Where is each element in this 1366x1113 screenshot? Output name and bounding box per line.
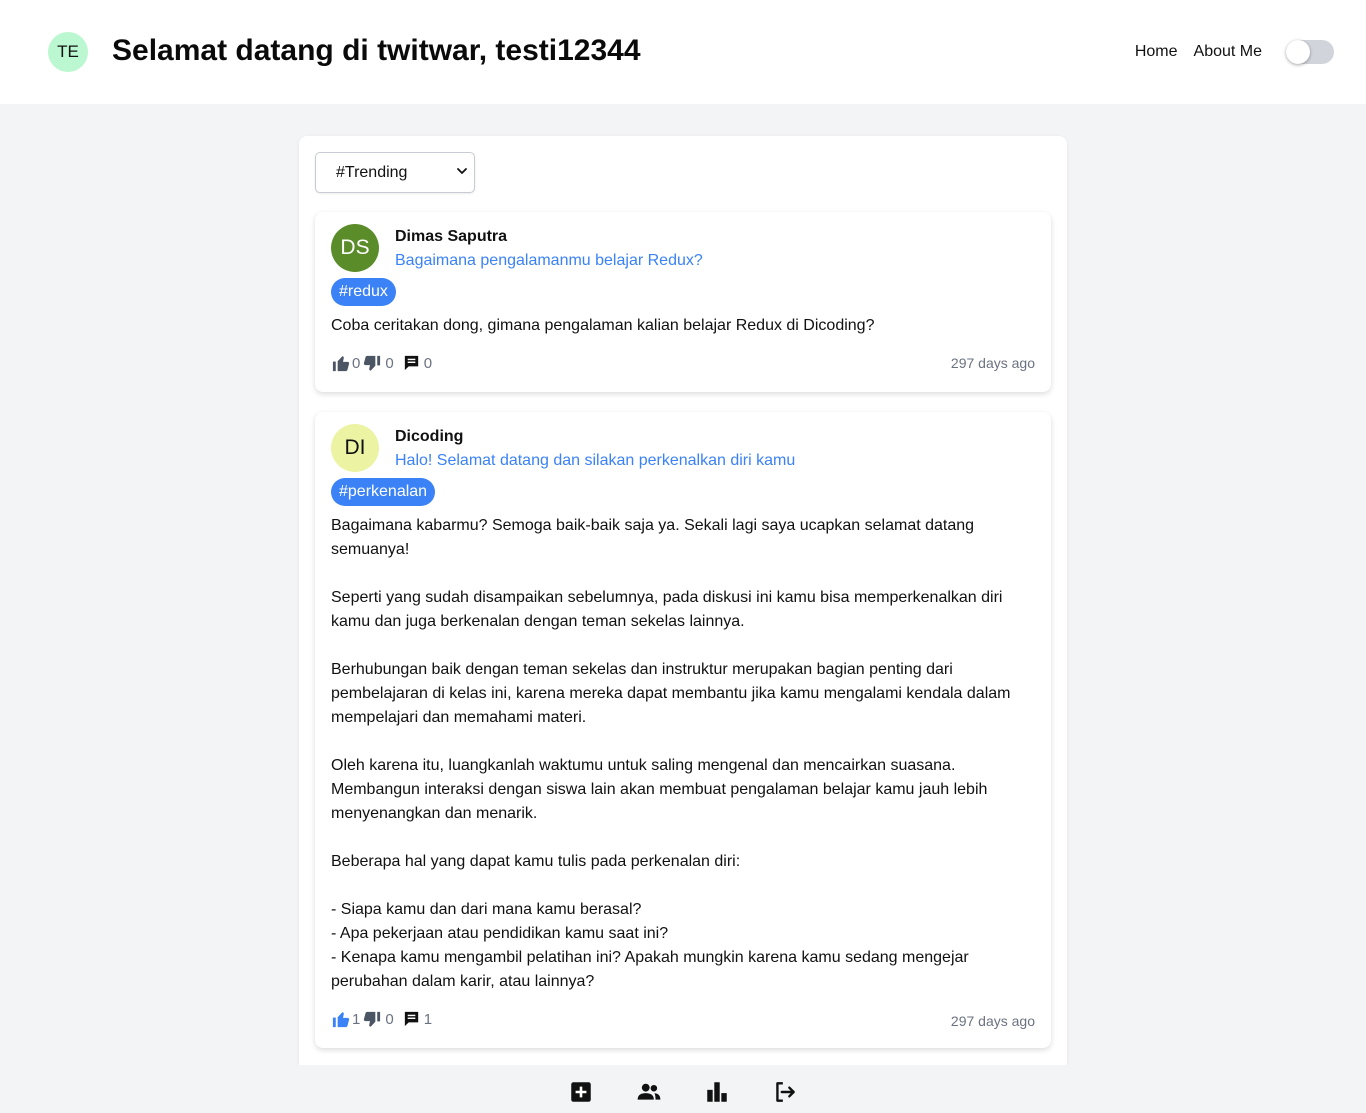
thumb-up-icon[interactable] [331, 353, 351, 373]
user-avatar: TE [48, 32, 88, 72]
leaderboard-icon [707, 1082, 727, 1102]
down-vote-count: 0 [385, 1010, 394, 1028]
thread-owner-avatar: DS [331, 224, 379, 272]
theme-toggle-knob [1286, 40, 1310, 64]
comment-count: 1 [423, 1010, 433, 1028]
thread-list-panel: #Trending DS Dimas Saputra Bagaimana pen… [299, 136, 1067, 1065]
top-bar: TE Selamat datang di twitwar, testi12344… [0, 0, 1366, 104]
thread-owner-name: Dimas Saputra [395, 228, 508, 245]
thread-created-time: 297 days ago [950, 1013, 1035, 1029]
logout-button[interactable] [772, 1079, 798, 1105]
down-vote-count: 0 [385, 354, 394, 372]
thread-owner-name: Dicoding [395, 428, 464, 445]
thread-actions: 1 0 1 [331, 1009, 434, 1029]
thumb-down-icon[interactable] [362, 1009, 382, 1029]
thread-created-time: 297 days ago [950, 355, 1035, 371]
comment-count: 0 [423, 354, 433, 372]
thumb-down-icon[interactable] [362, 353, 382, 373]
thread-card: DI Dicoding Halo! Selamat datang dan sil… [315, 412, 1051, 1048]
users-icon [637, 1083, 661, 1100]
nav-home-link[interactable]: Home [1135, 43, 1178, 61]
up-vote-count: 0 [352, 354, 361, 372]
thread-title-link[interactable]: Halo! Selamat datang dan silakan perkena… [395, 452, 795, 470]
thread-actions: 0 0 0 [331, 353, 434, 373]
theme-toggle[interactable] [1286, 40, 1334, 64]
thread-category-badge[interactable]: #redux [331, 278, 396, 306]
comment-icon[interactable] [402, 353, 422, 373]
logout-icon [776, 1082, 795, 1102]
thread-category-badge[interactable]: #perkenalan [331, 478, 436, 506]
add-thread-icon [571, 1082, 591, 1102]
category-filter-select[interactable]: #Trending [315, 152, 475, 193]
main-nav: Home About Me [1135, 43, 1262, 61]
thread-owner-avatar: DI [331, 424, 379, 472]
comment-icon[interactable] [402, 1009, 422, 1029]
thread-card: DS Dimas Saputra Bagaimana pengalamanmu … [315, 212, 1051, 392]
thumb-up-icon[interactable] [331, 1009, 351, 1029]
thread-title-link[interactable]: Bagaimana pengalamanmu belajar Redux? [395, 252, 703, 270]
nav-about-link[interactable]: About Me [1194, 43, 1262, 61]
users-button[interactable] [636, 1079, 662, 1105]
thread-body: Bagaimana kabarmu? Semoga baik-baik saja… [331, 517, 1011, 990]
page-title: Selamat datang di twitwar, testi12344 [112, 34, 641, 67]
add-thread-button[interactable] [568, 1079, 594, 1105]
thread-body: Coba ceritakan dong, gimana pengalaman k… [331, 317, 875, 334]
up-vote-count: 1 [352, 1010, 361, 1028]
chevron-down-icon [457, 168, 467, 174]
leaderboard-button[interactable] [704, 1079, 730, 1105]
category-filter-value: #Trending [336, 163, 408, 181]
bottom-nav [0, 1065, 1366, 1113]
